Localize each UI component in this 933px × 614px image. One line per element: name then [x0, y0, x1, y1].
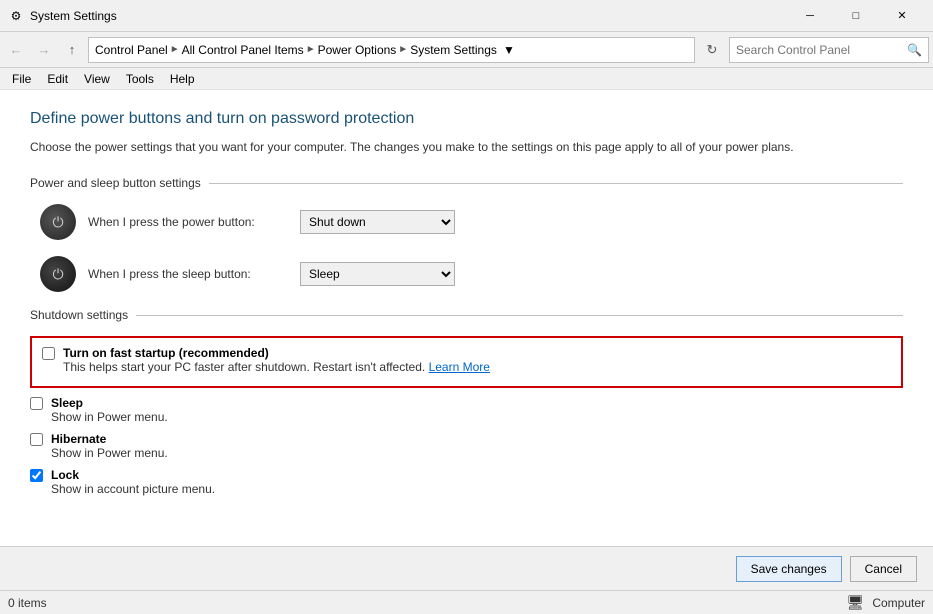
sleep-button-select[interactable]: Sleep Do nothing Hibernate Shut down	[300, 262, 455, 286]
sleep-checkbox[interactable]	[30, 397, 43, 410]
forward-button[interactable]: →	[32, 38, 56, 62]
fast-startup-checkbox[interactable]	[42, 347, 55, 360]
hibernate-label: Hibernate	[51, 432, 168, 446]
menu-view[interactable]: View	[76, 70, 118, 88]
fast-startup-row: Turn on fast startup (recommended) This …	[42, 346, 891, 374]
power-button-row: When I press the power button: Shut down…	[30, 204, 903, 240]
breadcrumb-dropdown[interactable]: ▼	[501, 38, 517, 62]
refresh-button[interactable]: ↻	[699, 37, 725, 63]
power-icon	[40, 204, 76, 240]
sleep-sublabel: Show in Power menu.	[51, 410, 168, 424]
window-title: System Settings	[30, 9, 787, 23]
fast-startup-label: Turn on fast startup (recommended)	[63, 346, 490, 360]
shutdown-section-header: Shutdown settings	[30, 308, 903, 322]
main-content: Define power buttons and turn on passwor…	[0, 90, 933, 546]
hibernate-sublabel: Show in Power menu.	[51, 446, 168, 460]
cancel-button[interactable]: Cancel	[850, 556, 917, 582]
hibernate-row: Hibernate Show in Power menu.	[30, 432, 903, 460]
window-controls: ─ □ ✕	[787, 0, 925, 32]
computer-label: Computer	[872, 596, 925, 610]
power-button-label: When I press the power button:	[88, 215, 288, 229]
title-bar: ⚙ System Settings ─ □ ✕	[0, 0, 933, 32]
search-box: 🔍	[729, 37, 929, 63]
back-button[interactable]: ←	[4, 38, 28, 62]
page-title: Define power buttons and turn on passwor…	[30, 110, 903, 128]
page-description: Choose the power settings that you want …	[30, 138, 903, 156]
power-button-select[interactable]: Shut down Do nothing Sleep Hibernate Tur…	[300, 210, 455, 234]
sleep-label: Sleep	[51, 396, 168, 410]
breadcrumb-control-panel[interactable]: Control Panel	[95, 43, 168, 57]
maximize-button[interactable]: □	[833, 0, 879, 32]
menu-tools[interactable]: Tools	[118, 70, 162, 88]
footer-bar: Save changes Cancel	[0, 546, 933, 590]
menu-edit[interactable]: Edit	[39, 70, 76, 88]
shutdown-section: Shutdown settings Turn on fast startup (…	[30, 308, 903, 496]
breadcrumb-bar: Control Panel ► All Control Panel Items …	[88, 37, 695, 63]
sleep-row: Sleep Show in Power menu.	[30, 396, 903, 424]
menu-help[interactable]: Help	[162, 70, 203, 88]
menu-bar: File Edit View Tools Help	[0, 68, 933, 90]
save-changes-button[interactable]: Save changes	[736, 556, 842, 582]
fast-startup-box: Turn on fast startup (recommended) This …	[30, 336, 903, 388]
window-icon: ⚙	[8, 8, 24, 24]
computer-status: 🖥 Computer	[847, 594, 925, 611]
items-count: 0 items	[8, 596, 47, 610]
lock-sublabel: Show in account picture menu.	[51, 482, 215, 496]
fast-startup-sublabel: This helps start your PC faster after sh…	[63, 360, 490, 374]
computer-icon: 🖥	[847, 594, 865, 611]
breadcrumb-all-items[interactable]: All Control Panel Items	[182, 43, 304, 57]
status-bar: 0 items 🖥 Computer	[0, 590, 933, 614]
lock-label: Lock	[51, 468, 215, 482]
hibernate-checkbox[interactable]	[30, 433, 43, 446]
breadcrumb-system-settings[interactable]: System Settings	[410, 43, 497, 57]
power-section-header: Power and sleep button settings	[30, 176, 903, 190]
sleep-button-row: When I press the sleep button: Sleep Do …	[30, 256, 903, 292]
learn-more-link[interactable]: Learn More	[429, 360, 490, 374]
search-icon[interactable]: 🔍	[907, 43, 922, 57]
close-button[interactable]: ✕	[879, 0, 925, 32]
up-button[interactable]: ↑	[60, 38, 84, 62]
lock-checkbox[interactable]	[30, 469, 43, 482]
sleep-button-label: When I press the sleep button:	[88, 267, 288, 281]
address-bar: ← → ↑ Control Panel ► All Control Panel …	[0, 32, 933, 68]
menu-file[interactable]: File	[4, 70, 39, 88]
breadcrumb-power-options[interactable]: Power Options	[318, 43, 397, 57]
lock-row: Lock Show in account picture menu.	[30, 468, 903, 496]
search-input[interactable]	[736, 43, 907, 57]
sleep-icon	[40, 256, 76, 292]
minimize-button[interactable]: ─	[787, 0, 833, 32]
